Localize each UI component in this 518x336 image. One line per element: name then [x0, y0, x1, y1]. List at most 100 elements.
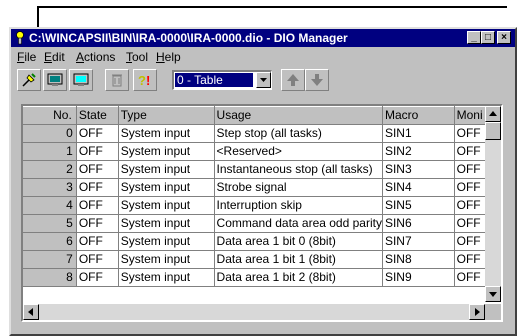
cell-no[interactable]: 1 — [23, 142, 77, 161]
title-bar[interactable]: C:\WINCAPSII\BIN\IRA-0000\IRA-0000.dio -… — [11, 29, 515, 47]
scroll-up-button[interactable] — [485, 106, 501, 122]
cell-macro[interactable]: SIN3 — [382, 160, 455, 179]
cell-no[interactable]: 5 — [23, 214, 77, 233]
cell-no[interactable]: 0 — [23, 124, 77, 143]
cell-macro[interactable]: SIN4 — [382, 178, 455, 197]
cell-macro[interactable]: SIN9 — [382, 268, 455, 287]
cell-usage[interactable]: Command data area odd parity — [214, 214, 383, 233]
table-row[interactable]: 1 OFF System input <Reserved> SIN2 OFF — [23, 142, 501, 161]
table-row[interactable]: 4 OFF System input Interruption skip SIN5 OFF — [23, 196, 501, 215]
menu-tool[interactable]: Tool — [126, 48, 148, 66]
cell-type[interactable]: System input — [118, 232, 215, 251]
cell-state[interactable]: OFF — [76, 214, 119, 233]
cell-state[interactable]: OFF — [76, 268, 119, 287]
alert-icon: ? ! — [138, 73, 150, 88]
chevron-down-icon[interactable] — [256, 72, 271, 88]
table-row[interactable]: 2 OFF System input Instantaneous stop (all … — [23, 160, 501, 179]
window-title: C:\WINCAPSII\BIN\IRA-0000\IRA-0000.dio -… — [29, 31, 348, 45]
svg-text:!: ! — [146, 73, 150, 88]
app-icon — [16, 31, 24, 45]
dio-table[interactable]: No. State Type Usage Macro Moni 0 OFF Syst… — [21, 104, 503, 322]
cell-type[interactable]: System input — [118, 178, 215, 197]
cell-state[interactable]: OFF — [76, 160, 119, 179]
up-arrow-icon — [287, 74, 299, 86]
scrollbar-corner — [485, 304, 501, 320]
io-grid: No. State Type Usage Macro Moni 0 OFF Syst… — [23, 106, 501, 287]
monitor-button[interactable] — [43, 69, 67, 91]
cell-macro[interactable]: SIN8 — [382, 250, 455, 269]
monitor-active-icon — [73, 73, 89, 86]
close-button[interactable]: × — [497, 31, 511, 44]
table-row[interactable]: 8 OFF System input Data area 1 bit 2 (8bit)… — [23, 268, 501, 287]
menu-help[interactable]: Help — [156, 48, 181, 66]
cell-type[interactable]: System input — [118, 124, 215, 143]
alert-button[interactable]: ? ! — [133, 69, 157, 91]
monitor-active-button[interactable] — [69, 69, 93, 91]
column-header-state[interactable]: State — [76, 106, 119, 125]
cell-type[interactable]: System input — [118, 250, 215, 269]
table-row[interactable]: 7 OFF System input Data area 1 bit 1 (8bit)… — [23, 250, 501, 269]
cell-state[interactable]: OFF — [76, 250, 119, 269]
cell-macro[interactable]: SIN7 — [382, 232, 455, 251]
cell-macro[interactable]: SIN6 — [382, 214, 455, 233]
view-select[interactable]: 0 - Table — [172, 70, 272, 90]
svg-text:?: ? — [138, 73, 146, 88]
down-arrow-icon — [311, 74, 323, 86]
horizontal-scrollbar[interactable] — [23, 304, 485, 320]
cell-usage[interactable]: Step stop (all tasks) — [214, 124, 383, 143]
cell-state[interactable]: OFF — [76, 232, 119, 251]
cell-usage[interactable]: Instantaneous stop (all tasks) — [214, 160, 383, 179]
scroll-left-button[interactable] — [23, 304, 39, 320]
scroll-thumb[interactable] — [485, 122, 501, 140]
cell-type[interactable]: System input — [118, 160, 215, 179]
vertical-scrollbar[interactable] — [485, 106, 501, 302]
cell-type[interactable]: System input — [118, 268, 215, 287]
cell-no[interactable]: 3 — [23, 178, 77, 197]
move-up-button[interactable] — [281, 69, 305, 91]
table-row[interactable]: 3 OFF System input Strobe signal SIN4 OFF — [23, 178, 501, 197]
minimize-button[interactable]: _ — [467, 31, 481, 44]
cell-no[interactable]: 8 — [23, 268, 77, 287]
menu-actions[interactable]: Actions — [76, 48, 115, 66]
column-header-usage[interactable]: Usage — [214, 106, 383, 125]
column-header-type[interactable]: Type — [118, 106, 215, 125]
table-row[interactable]: 5 OFF System input Command data area odd pa… — [23, 214, 501, 233]
menu-edit[interactable]: Edit — [44, 48, 65, 66]
cell-macro[interactable]: SIN1 — [382, 124, 455, 143]
cell-no[interactable]: 7 — [23, 250, 77, 269]
cell-type[interactable]: System input — [118, 196, 215, 215]
cell-no[interactable]: 2 — [23, 160, 77, 179]
cell-macro[interactable]: SIN5 — [382, 196, 455, 215]
cell-no[interactable]: 4 — [23, 196, 77, 215]
trash-icon — [112, 74, 122, 87]
move-down-button[interactable] — [305, 69, 329, 91]
cell-type[interactable]: System input — [118, 214, 215, 233]
trash-button[interactable] — [105, 69, 129, 91]
cell-state[interactable]: OFF — [76, 124, 119, 143]
cell-state[interactable]: OFF — [76, 142, 119, 161]
cell-usage[interactable]: Data area 1 bit 1 (8bit) — [214, 250, 383, 269]
cell-usage[interactable]: Data area 1 bit 0 (8bit) — [214, 232, 383, 251]
cell-usage[interactable]: Interruption skip — [214, 196, 383, 215]
scroll-down-button[interactable] — [485, 286, 501, 302]
monitor-icon — [47, 73, 63, 86]
pin-icon — [22, 73, 36, 87]
column-header-macro[interactable]: Macro — [382, 106, 455, 125]
column-header-no[interactable]: No. — [23, 106, 77, 125]
cell-no[interactable]: 6 — [23, 232, 77, 251]
table-row[interactable]: 0 OFF System input Step stop (all tasks) SIN… — [23, 124, 501, 143]
cell-usage[interactable]: <Reserved> — [214, 142, 383, 161]
pin-button[interactable] — [17, 69, 41, 91]
maximize-button[interactable]: □ — [481, 31, 495, 44]
menu-file[interactable]: File — [17, 48, 36, 66]
cell-type[interactable]: System input — [118, 142, 215, 161]
cell-usage[interactable]: Strobe signal — [214, 178, 383, 197]
callout-line-right — [37, 6, 507, 8]
menu-bar: File Edit Actions Tool Help — [11, 48, 515, 66]
cell-state[interactable]: OFF — [76, 178, 119, 197]
cell-state[interactable]: OFF — [76, 196, 119, 215]
scroll-right-button[interactable] — [469, 304, 485, 320]
cell-macro[interactable]: SIN2 — [382, 142, 455, 161]
cell-usage[interactable]: Data area 1 bit 2 (8bit) — [214, 268, 383, 287]
table-row[interactable]: 6 OFF System input Data area 1 bit 0 (8bit)… — [23, 232, 501, 251]
